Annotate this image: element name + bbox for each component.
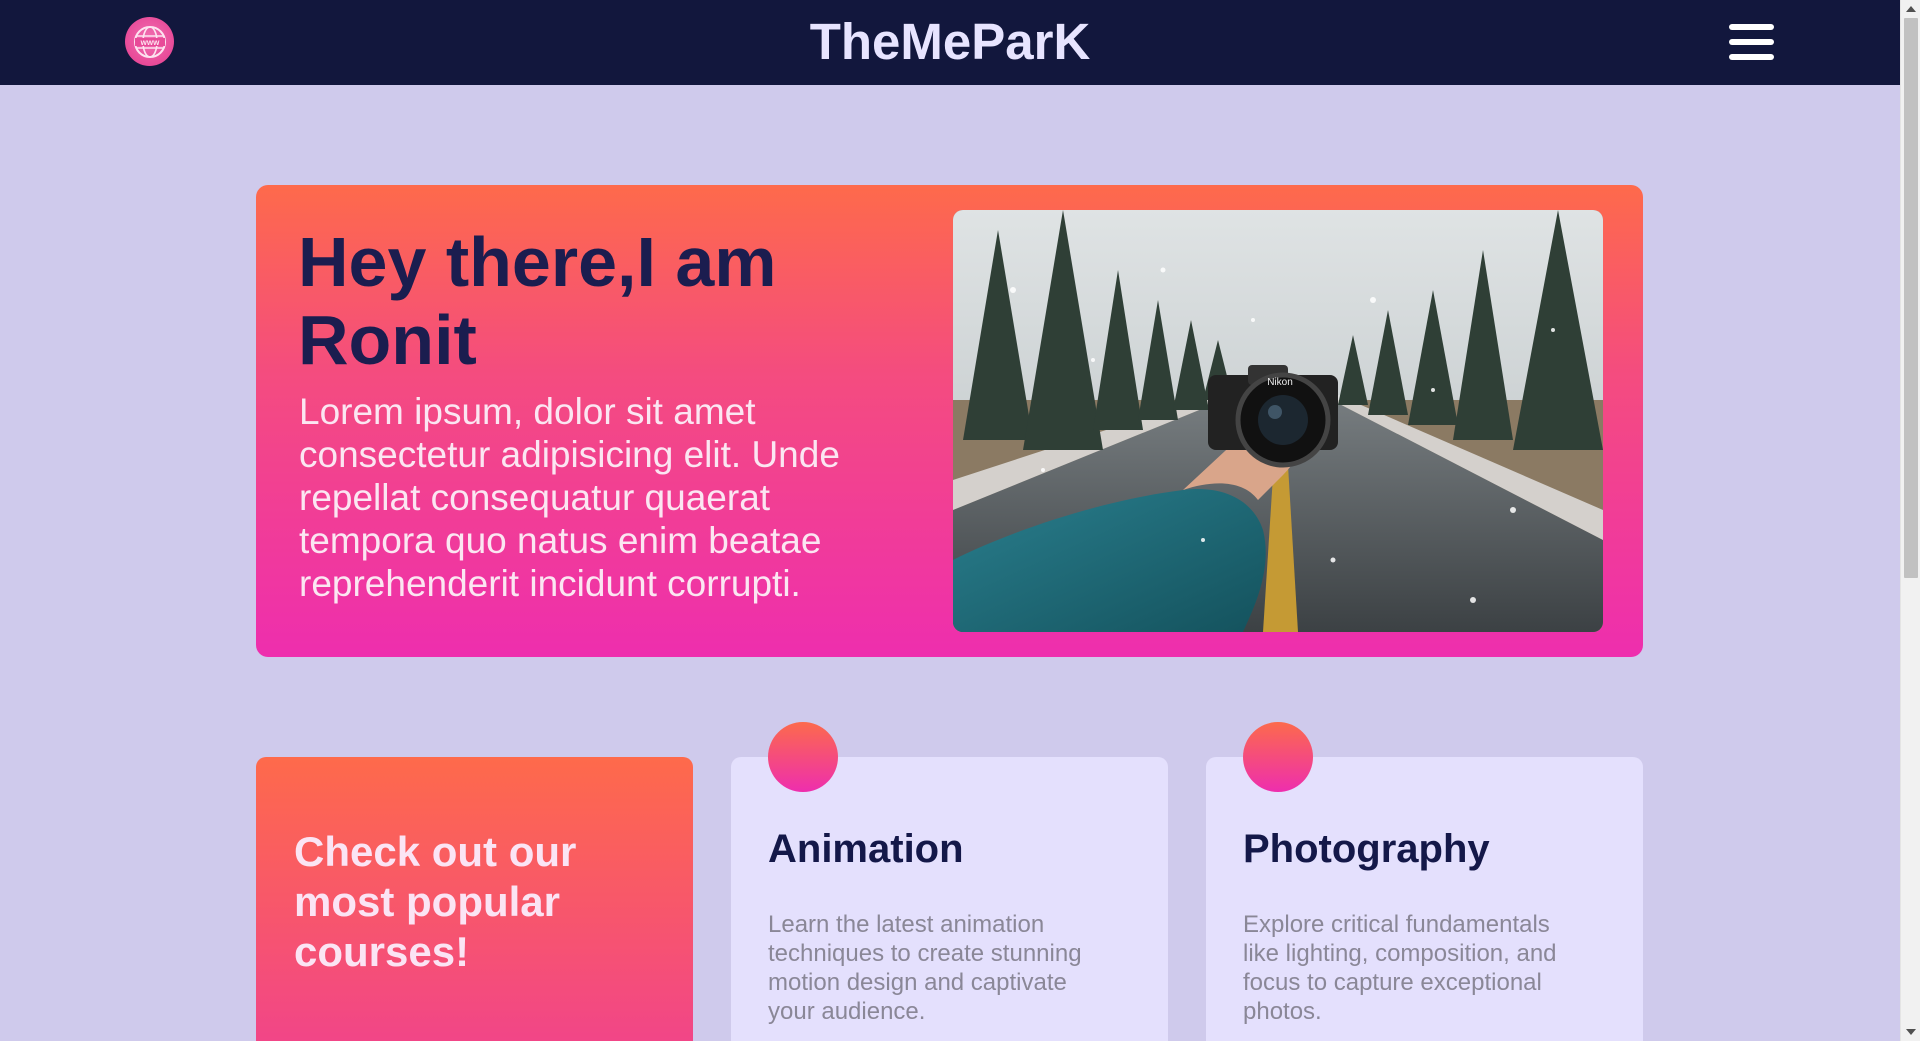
camera-label: Nikon [1267,377,1293,388]
hero-text: Lorem ipsum, dolor sit amet consectetur … [299,391,840,604]
course-description: Learn the latest animation techniques to… [768,911,1082,1025]
course-description: Explore critical fundamentals like light… [1243,911,1557,1025]
scroll-down-arrow-icon[interactable] [1906,1029,1916,1035]
course-card-photography[interactable]: Photography Explore critical fundamental… [1206,722,1643,1041]
scrollbar-thumb[interactable] [1904,18,1918,578]
vertical-scrollbar[interactable] [1900,0,1920,1041]
popular-courses-card: Check out our most popular courses! [256,757,693,1041]
scroll-up-arrow-icon[interactable] [1906,6,1916,12]
brand-title[interactable]: TheMeParK [0,12,1900,71]
course-title: Photography [1243,827,1490,871]
hamburger-menu-icon[interactable] [1729,24,1774,60]
course-icon [768,722,838,792]
menu-bar [1729,39,1774,45]
course-icon [1243,722,1313,792]
navbar: www TheMeParK [0,0,1900,85]
hero-banner: Hey there,I am Ronit Lorem ipsum, dolor … [256,185,1643,657]
hero-photo: Nikon [953,210,1603,632]
course-card-animation[interactable]: Animation Learn the latest animation tec… [731,722,1168,1041]
menu-bar [1729,54,1774,60]
course-title: Animation [768,827,964,871]
popular-courses-heading: Check out our most popular courses! [294,828,577,975]
hero-title: Hey there,I am Ronit [298,223,777,379]
menu-bar [1729,24,1774,30]
